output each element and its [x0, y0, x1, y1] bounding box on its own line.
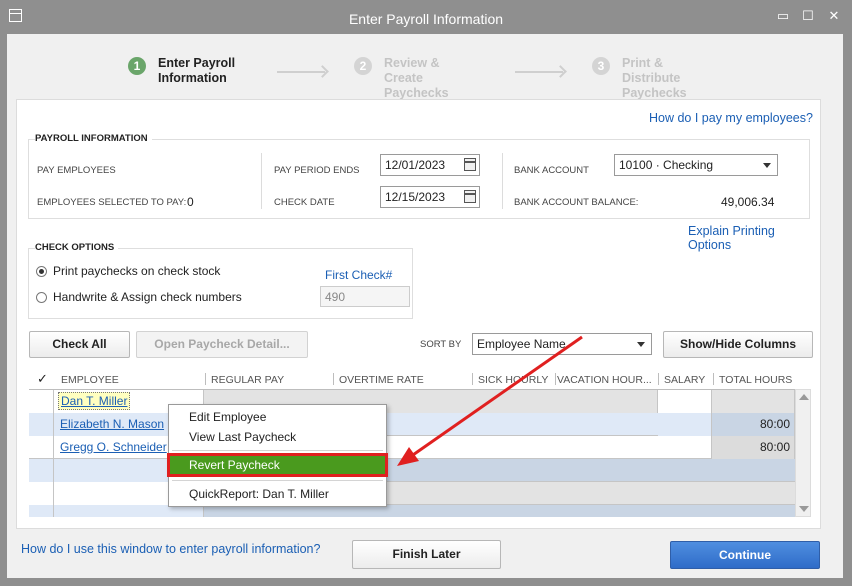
annotation-arrow-icon — [397, 335, 583, 466]
